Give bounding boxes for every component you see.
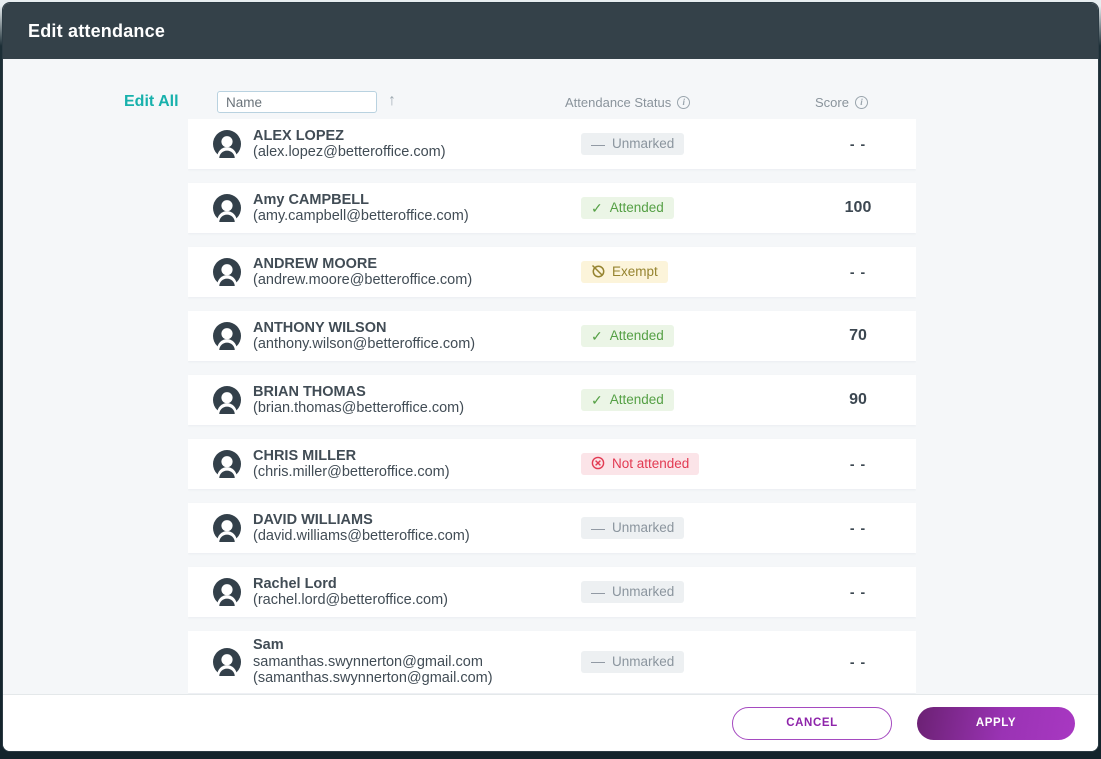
attendance-status-cell: — Unmarked — [581, 581, 800, 603]
attendee-email: (alex.lopez@betteroffice.com) — [253, 144, 581, 161]
attendee-list: ALEX LOPEZ (alex.lopez@betteroffice.com)… — [188, 119, 916, 694]
score-value[interactable]: 70 — [800, 327, 916, 345]
attendee-row: ANDREW MOORE (andrew.moore@betteroffice.… — [188, 247, 916, 297]
attendee-row: BRIAN THOMAS (brian.thomas@betteroffice.… — [188, 375, 916, 425]
score-value[interactable]: 100 — [800, 199, 916, 217]
score-value[interactable]: 90 — [800, 391, 916, 409]
attendee-row: Rachel Lord (rachel.lord@betteroffice.co… — [188, 567, 916, 617]
attendance-status-label: Attendance Status — [565, 95, 671, 110]
avatar-icon — [213, 194, 241, 222]
edit-attendance-modal: Edit attendance Edit All ↑ Attendance St… — [2, 2, 1099, 752]
attendance-status-cell: ✓ Attended — [581, 325, 800, 347]
attendee-email: (amy.campbell@betteroffice.com) — [253, 208, 581, 225]
attendee-name: DAVID WILLIAMS — [253, 512, 581, 529]
list-header-row: Edit All ↑ Attendance Status i Score i — [3, 91, 1098, 113]
name-filter-input[interactable] — [217, 91, 377, 113]
attendee-name: Amy CAMPBELL — [253, 192, 581, 209]
attendee-identity: ALEX LOPEZ (alex.lopez@betteroffice.com) — [253, 128, 581, 161]
avatar-icon — [213, 450, 241, 478]
attendee-row: DAVID WILLIAMS (david.williams@betteroff… — [188, 503, 916, 553]
attendance-status-cell: Not attended — [581, 453, 800, 476]
attendee-email: (chris.miller@betteroffice.com) — [253, 464, 581, 481]
score-value[interactable]: - - — [800, 654, 916, 670]
score-value[interactable]: - - — [800, 136, 916, 152]
attendee-identity: Sam samanthas.swynnerton@gmail.com (sama… — [253, 637, 581, 687]
attendee-email: (brian.thomas@betteroffice.com) — [253, 400, 581, 417]
attendee-name: CHRIS MILLER — [253, 448, 581, 465]
info-icon[interactable]: i — [855, 96, 868, 109]
attendee-row: Amy CAMPBELL (amy.campbell@betteroffice.… — [188, 183, 916, 233]
attendee-name: ALEX LOPEZ — [253, 128, 581, 145]
avatar-icon — [213, 322, 241, 350]
attendance-status-badge[interactable]: ✓ Attended — [581, 389, 674, 411]
score-value[interactable]: - - — [800, 456, 916, 472]
column-header-score: Score i — [815, 91, 868, 113]
attendance-status-cell: — Unmarked — [581, 651, 800, 673]
attendance-status-badge[interactable]: — Unmarked — [581, 651, 684, 673]
info-icon[interactable]: i — [677, 96, 690, 109]
attendance-status-badge[interactable]: ✓ Attended — [581, 197, 674, 219]
attendance-status-cell: Exempt — [581, 261, 800, 284]
attendee-identity: CHRIS MILLER (chris.miller@betteroffice.… — [253, 448, 581, 481]
attendee-name: ANDREW MOORE — [253, 256, 581, 273]
avatar-icon — [213, 578, 241, 606]
edit-all-button[interactable]: Edit All — [124, 91, 179, 113]
attendee-identity: BRIAN THOMAS (brian.thomas@betteroffice.… — [253, 384, 581, 417]
avatar-icon — [213, 258, 241, 286]
attendee-email: (andrew.moore@betteroffice.com) — [253, 272, 581, 289]
attendee-row: ANTHONY WILSON (anthony.wilson@betteroff… — [188, 311, 916, 361]
avatar-icon — [213, 648, 241, 676]
attendee-name: Sam — [253, 637, 581, 654]
attendee-name: Rachel Lord — [253, 576, 581, 593]
attendee-email: (david.williams@betteroffice.com) — [253, 528, 581, 545]
avatar-icon — [213, 130, 241, 158]
attendee-extra-email: samanthas.swynnerton@gmail.com — [253, 654, 581, 671]
modal-title: Edit attendance — [28, 21, 165, 42]
attendee-email: (anthony.wilson@betteroffice.com) — [253, 336, 581, 353]
avatar-icon — [213, 514, 241, 542]
attendance-status-badge[interactable]: Not attended — [581, 453, 699, 475]
attendee-identity: DAVID WILLIAMS (david.williams@betteroff… — [253, 512, 581, 545]
score-value[interactable]: - - — [800, 520, 916, 536]
attendance-status-badge[interactable]: Exempt — [581, 261, 668, 283]
modal-footer: CANCEL APPLY — [3, 694, 1098, 751]
attendance-status-cell: ✓ Attended — [581, 197, 800, 219]
attendance-status-badge[interactable]: — Unmarked — [581, 133, 684, 155]
score-value[interactable]: - - — [800, 264, 916, 280]
attendance-status-badge[interactable]: — Unmarked — [581, 581, 684, 603]
attendance-status-badge[interactable]: ✓ Attended — [581, 325, 674, 347]
attendance-status-cell: — Unmarked — [581, 517, 800, 539]
cancel-button[interactable]: CANCEL — [732, 707, 892, 740]
column-header-attendance-status: Attendance Status i — [565, 91, 690, 113]
apply-button[interactable]: APPLY — [917, 707, 1075, 740]
attendee-row: ALEX LOPEZ (alex.lopez@betteroffice.com)… — [188, 119, 916, 169]
attendee-email: (rachel.lord@betteroffice.com) — [253, 592, 581, 609]
attendee-email: (samanthas.swynnerton@gmail.com) — [253, 670, 581, 687]
attendee-identity: ANDREW MOORE (andrew.moore@betteroffice.… — [253, 256, 581, 289]
attendee-name: ANTHONY WILSON — [253, 320, 581, 337]
sort-ascending-icon[interactable]: ↑ — [388, 90, 396, 112]
attendee-name: BRIAN THOMAS — [253, 384, 581, 401]
attendance-status-badge[interactable]: — Unmarked — [581, 517, 684, 539]
attendance-status-cell: ✓ Attended — [581, 389, 800, 411]
score-label: Score — [815, 95, 849, 110]
attendance-status-cell: — Unmarked — [581, 133, 800, 155]
score-value[interactable]: - - — [800, 584, 916, 600]
attendee-row: Sam samanthas.swynnerton@gmail.com (sama… — [188, 631, 916, 693]
attendee-identity: Rachel Lord (rachel.lord@betteroffice.co… — [253, 576, 581, 609]
attendee-row: CHRIS MILLER (chris.miller@betteroffice.… — [188, 439, 916, 489]
attendee-identity: ANTHONY WILSON (anthony.wilson@betteroff… — [253, 320, 581, 353]
avatar-icon — [213, 386, 241, 414]
modal-titlebar: Edit attendance — [3, 3, 1098, 59]
attendee-identity: Amy CAMPBELL (amy.campbell@betteroffice.… — [253, 192, 581, 225]
